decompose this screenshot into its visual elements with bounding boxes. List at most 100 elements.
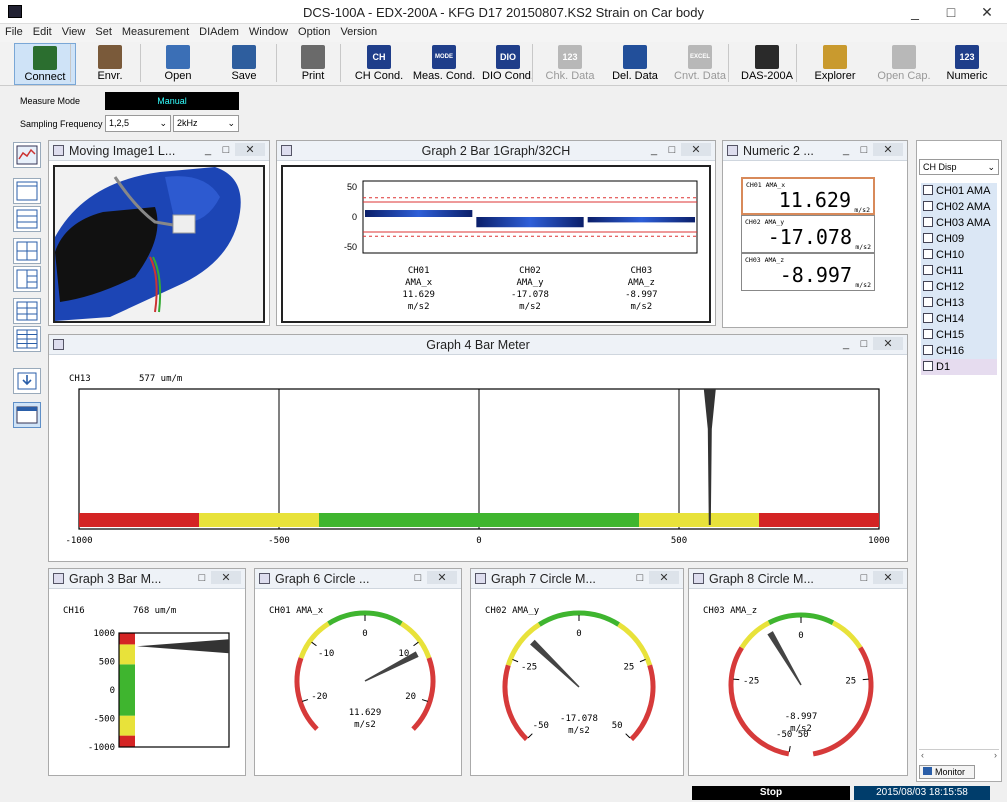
graph7-window[interactable]: Graph 7 Circle M... □ ✕ CH02 AMA_y -50 -25 0 2… [470,568,684,776]
channel-item[interactable]: CH12 [921,279,997,295]
unit-label: m/s2 [408,302,430,312]
layout-eight-icon[interactable] [13,326,41,352]
menu-diadem[interactable]: DIAdem [194,24,244,40]
minimize-button[interactable]: _ [837,144,855,156]
channel-checkbox-icon[interactable] [923,217,933,227]
bar-ch01 [365,210,473,217]
gauge-tick-label: -10 [318,649,334,659]
channel-checkbox-icon[interactable] [923,185,933,195]
download-icon[interactable] [13,368,41,394]
graph2-window[interactable]: Graph 2 Bar 1Graph/32CH _ □ ✕ 50 0 -50 CH01 AMA… [276,140,716,326]
close-button[interactable]: ✕ [970,0,1004,24]
toolbar-open-cap-button[interactable]: Open Cap. [872,43,936,85]
x-tick-label: -1000 [65,536,92,546]
channel-checkbox-icon[interactable] [923,281,933,291]
menu-file[interactable]: File [0,24,28,40]
toolbar-dio-cond-button[interactable]: DIO DIO Cond. [480,43,536,85]
numeric-unit: m/s2 [855,281,871,289]
graph6-window[interactable]: Graph 6 Circle ... □ ✕ CH01 AMA_x -20 -10 0 10… [254,568,462,776]
toolbar-das-200a-button[interactable]: DAS-200A [734,43,800,85]
channel-item[interactable]: CH16 [921,343,997,359]
gauge-plot: CH02 AMA_y -50 -25 0 25 50 -17.078 m/s2 [485,606,656,742]
zone-yellow [639,513,759,527]
meas-cond-icon: MODE [432,45,456,69]
toolbar-chk-data-button[interactable]: 123 Chk. Data [538,43,602,85]
toolbar-save-button[interactable]: Save [212,43,276,85]
layout-single-icon[interactable] [13,178,41,204]
minimize-button[interactable]: _ [898,0,932,24]
toolbar-numeric-button[interactable]: 123 Numeric [940,43,994,85]
toolbar-print-button[interactable]: Print [282,43,344,85]
channel-checkbox-icon[interactable] [923,329,933,339]
menu-window[interactable]: Window [244,24,293,40]
close-button[interactable]: ✕ [235,143,265,156]
graph4-window[interactable]: Graph 4 Bar Meter _ □ ✕ CH13 577 um/m -1000 -5… [48,334,908,562]
delete-data-icon [623,45,647,69]
toolbar-ch-cond-button[interactable]: CH CH Cond. [348,43,410,85]
window-title: Moving Image1 L... [69,144,176,158]
toolbar-separator [140,44,141,82]
channel-checkbox-icon[interactable] [923,201,933,211]
channel-list: CH01 AMA CH02 AMA CH03 AMA CH09 CH10 CH11 CH12… [917,183,1001,393]
channel-checkbox-icon[interactable] [923,361,933,371]
scroll-left-icon[interactable]: ‹ [921,750,924,760]
channel-item[interactable]: CH02 AMA [921,199,997,215]
channel-item[interactable]: CH15 [921,327,997,343]
maximize-button[interactable]: □ [934,0,968,24]
channel-item[interactable]: CH11 [921,263,997,279]
channel-checkbox-icon[interactable] [923,345,933,355]
channel-item[interactable]: CH13 [921,295,997,311]
channel-item[interactable]: CH14 [921,311,997,327]
toolbar-open-button[interactable]: Open [146,43,210,85]
channel-item[interactable]: CH09 [921,231,997,247]
ch-disp-select[interactable]: CH Disp ⌄ [919,159,999,175]
toolbar-connect-button[interactable]: Connect [14,43,76,85]
menu-version[interactable]: Version [335,24,382,40]
layout-mixed-icon[interactable] [13,266,41,292]
layout-grid-icon[interactable] [13,238,41,264]
channel-checkbox-icon[interactable] [923,265,933,275]
layout-rows-icon[interactable] [13,206,41,232]
scroll-right-icon[interactable]: › [994,750,997,760]
toolbar-envr-button[interactable]: Envr. [78,43,142,85]
channel-item[interactable]: CH01 AMA [921,183,997,199]
numeric2-window[interactable]: Numeric 2 ... _ □ ✕ CH01 AMA_x 11.629 m/s2 CH… [722,140,908,328]
horizontal-scrollbar[interactable]: ‹ › [919,749,999,761]
channel-item[interactable]: D1 [921,359,997,375]
zone-yellow [199,513,319,527]
menu-measurement[interactable]: Measurement [117,24,194,40]
channel-checkbox-icon[interactable] [923,297,933,307]
graph3-window[interactable]: Graph 3 Bar M... □ ✕ CH16 768 um/m 1000 500 0-… [48,568,246,776]
maximize-button[interactable]: □ [855,144,873,156]
channel-item[interactable]: CH03 AMA [921,215,997,231]
channel-label: CH09 [936,233,965,245]
toolbar-button-label: Open Cap. [877,70,931,82]
menu-edit[interactable]: Edit [28,24,57,40]
numeric-list: CH01 AMA_x 11.629 m/s2 CH02 AMA_y -17.078 m/… [741,177,879,295]
layout-six-icon[interactable] [13,298,41,324]
moving-image-window[interactable]: Moving Image1 L... _ □ ✕ [48,140,270,326]
channel-checkbox-icon[interactable] [923,313,933,323]
graph8-window[interactable]: Graph 8 Circle M... □ ✕ CH03 AMA_z -50 50 -2… [688,568,908,776]
minimize-button[interactable]: _ [199,144,217,156]
channel-checkbox-icon[interactable] [923,233,933,243]
menu-option[interactable]: Option [293,24,335,40]
toolbar-button-label: Cnvt. Data [674,70,726,82]
maximize-button[interactable]: □ [217,144,235,156]
layout-graph-icon[interactable] [13,142,41,168]
zone-red [119,735,135,747]
tab-monitor[interactable]: Monitor [919,765,975,779]
sampling-rate-select[interactable]: 2kHz ⌄ [173,115,239,132]
window-mode-icon[interactable] [13,402,41,428]
channel-item[interactable]: CH10 [921,247,997,263]
toolbar-explorer-button[interactable]: Explorer [804,43,866,85]
menu-set[interactable]: Set [90,24,117,40]
toolbar-cnvt-data-button[interactable]: EXCEL Cnvt. Data [668,43,732,85]
sampling-channels-select[interactable]: 1,2,5 ⌄ [105,115,171,132]
channel-checkbox-icon[interactable] [923,249,933,259]
close-button[interactable]: ✕ [873,143,903,156]
menu-view[interactable]: View [57,24,91,40]
x-tick-label: 0 [476,536,481,546]
toolbar-meas-cond-button[interactable]: MODE Meas. Cond. [412,43,476,85]
toolbar-del-data-button[interactable]: Del. Data [604,43,666,85]
